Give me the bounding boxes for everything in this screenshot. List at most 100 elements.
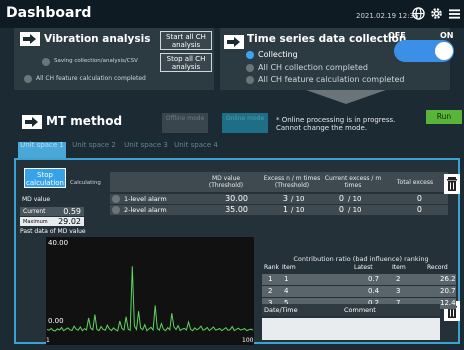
alarm-total-excess: 0 (416, 194, 422, 203)
rank-cell: 0.7 (368, 275, 380, 283)
md-current-value: 0.59 (63, 207, 81, 216)
comment-list[interactable] (262, 318, 440, 340)
date-time-header: Date/Time (264, 306, 298, 314)
ranking-header: Record (427, 264, 448, 271)
ranking-row: 2 4 0.4 3 20.7 (262, 286, 456, 297)
rank-cell: 0.4 (368, 287, 380, 295)
alarm-md-value: 35.00 (225, 205, 248, 214)
run-button[interactable]: Run (426, 110, 462, 124)
y-tick-label: 0.00 (48, 317, 64, 325)
alarm-current-excess: 0 (338, 205, 344, 214)
ranking-header: Rank (264, 264, 279, 271)
comment-column-header: Comment (344, 306, 376, 314)
rank-cell: 2 (396, 275, 401, 283)
title-bar: Dashboard 2021.02.19 12:36 (0, 0, 464, 28)
status-collecting-label: Collecting (258, 50, 298, 59)
alarm-excess-n: 3 (282, 194, 288, 203)
rank-cell: 26.2 (440, 275, 456, 283)
stop-calculation-button[interactable]: Stop calculation (24, 168, 66, 188)
alarm-row: 1-level alarm 30.00 3 / 10 0 / 10 0 (110, 194, 448, 204)
alarm-current-excess: 0 (338, 194, 344, 203)
alarm-current-m-value: 10 (352, 195, 362, 203)
md-current-row: Current 0.59 (20, 207, 84, 216)
chart-background (46, 237, 254, 345)
ranking-header-row: Rank Item Latest Item Record (262, 263, 456, 274)
datetime: 2021.02.19 12:36 (356, 12, 419, 20)
md-max-row: Maximum 29.02 (20, 217, 84, 226)
rank-cell: 3 (396, 287, 401, 295)
excess-header: Excess n / m times (Threshold) (263, 175, 321, 189)
ranking-header: Item (282, 264, 296, 271)
status-indicator (246, 76, 254, 84)
vibration-analysis-title: Vibration analysis (44, 33, 151, 45)
globe-icon[interactable] (412, 7, 425, 20)
gear-icon[interactable] (430, 7, 443, 20)
unit-space-panel: Stop calculation Calculating MD value Cu… (14, 158, 460, 345)
toggle-off-label: OFF (388, 31, 406, 40)
online-mode-button[interactable]: Online mode (222, 113, 268, 133)
md-threshold-header: MD value (Threshold) (208, 175, 244, 189)
rank-cell: 12.4 (440, 299, 456, 307)
menu-icon[interactable] (449, 9, 460, 19)
past-md-label: Past data of MD value (20, 228, 86, 235)
y-tick-label: 40.00 (48, 239, 68, 247)
status-saving-label: Saving collection/analysis/CSV (54, 58, 138, 64)
current-excess-header: Current excess / m times (324, 175, 382, 189)
mt-method-title: MT method (46, 114, 123, 128)
time-series-title: Time series data collection (247, 33, 407, 45)
calculating-label: Calculating (70, 180, 101, 186)
trash-icon[interactable] (444, 174, 460, 194)
x-tick-label: 100 (242, 337, 254, 344)
toggle-knob (435, 42, 453, 60)
md-history-chart: 40.00 0.00 1 100 (46, 237, 254, 345)
status-indicator (24, 75, 32, 83)
rank-cell: 1 (284, 275, 289, 283)
md-current-label: Current (23, 208, 46, 215)
alarm-label: 2-level alarm (124, 206, 167, 214)
alarm-row: 2-level alarm 35.00 1 / 10 0 / 10 0 (110, 205, 448, 215)
status-indicator (246, 51, 254, 59)
ranking-header: Item (392, 264, 406, 271)
tab-unit-space-1[interactable]: Unit space 1 (18, 142, 66, 158)
tab-unit-space-3[interactable]: Unit space 3 (122, 142, 170, 158)
stop-all-ch-analysis-button[interactable]: Stop all CH analysis (160, 53, 212, 72)
alarm-current-m: / 10 (348, 195, 362, 203)
status-indicator (246, 64, 254, 72)
status-feature-done-label: All CH feature calculation completed (258, 75, 405, 84)
arrow-right-icon (22, 115, 42, 129)
alarm-table-header: MD value (Threshold) Excess n / m times … (110, 172, 448, 192)
app-title: Dashboard (6, 5, 92, 21)
tab-unit-space-4[interactable]: Unit space 4 (172, 142, 220, 158)
comment-header: Date/Time Comment (262, 304, 440, 316)
rank-cell: 1 (268, 275, 273, 283)
collection-toggle[interactable] (394, 40, 454, 62)
status-collection-done-label: All CH collection completed (258, 63, 368, 72)
md-max-label: Maximum (23, 219, 48, 225)
alarm-current-m: / 10 (348, 206, 362, 214)
status-indicator (42, 58, 50, 66)
status-indicator (112, 206, 120, 214)
ranking-title: Contribution ratio (bad influence) ranki… (293, 255, 429, 263)
md-value-label: MD value (22, 196, 51, 203)
alarm-excess-m: / 10 (291, 206, 305, 214)
arrow-right-icon (20, 32, 40, 46)
alarm-excess-m-value: 10 (295, 195, 305, 203)
ranking-row: 1 1 0.7 2 26.2 (262, 274, 456, 285)
alarm-label: 1-level alarm (124, 195, 167, 203)
alarm-excess-n: 1 (282, 205, 288, 214)
status-indicator (112, 195, 120, 203)
tab-unit-space-2[interactable]: Unit space 2 (70, 142, 118, 158)
alarm-excess-m-value: 10 (295, 206, 305, 214)
rank-cell: 4 (284, 287, 289, 295)
offline-mode-button[interactable]: Offline mode (162, 113, 208, 133)
md-max-value: 29.02 (58, 217, 81, 226)
alarm-total-excess: 0 (416, 205, 422, 214)
vibration-analysis-panel: Vibration analysis Start all CH analysis… (14, 28, 214, 90)
start-all-ch-analysis-button[interactable]: Start all CH analysis (160, 31, 212, 50)
alarm-current-m-value: 10 (352, 206, 362, 214)
x-tick-label: 1 (46, 337, 50, 344)
status-feature-label: All CH feature calculation completed (36, 75, 146, 82)
total-excess-header: Total excess (396, 179, 434, 186)
rank-cell: 2 (268, 287, 273, 295)
alarm-md-value: 30.00 (225, 194, 248, 203)
